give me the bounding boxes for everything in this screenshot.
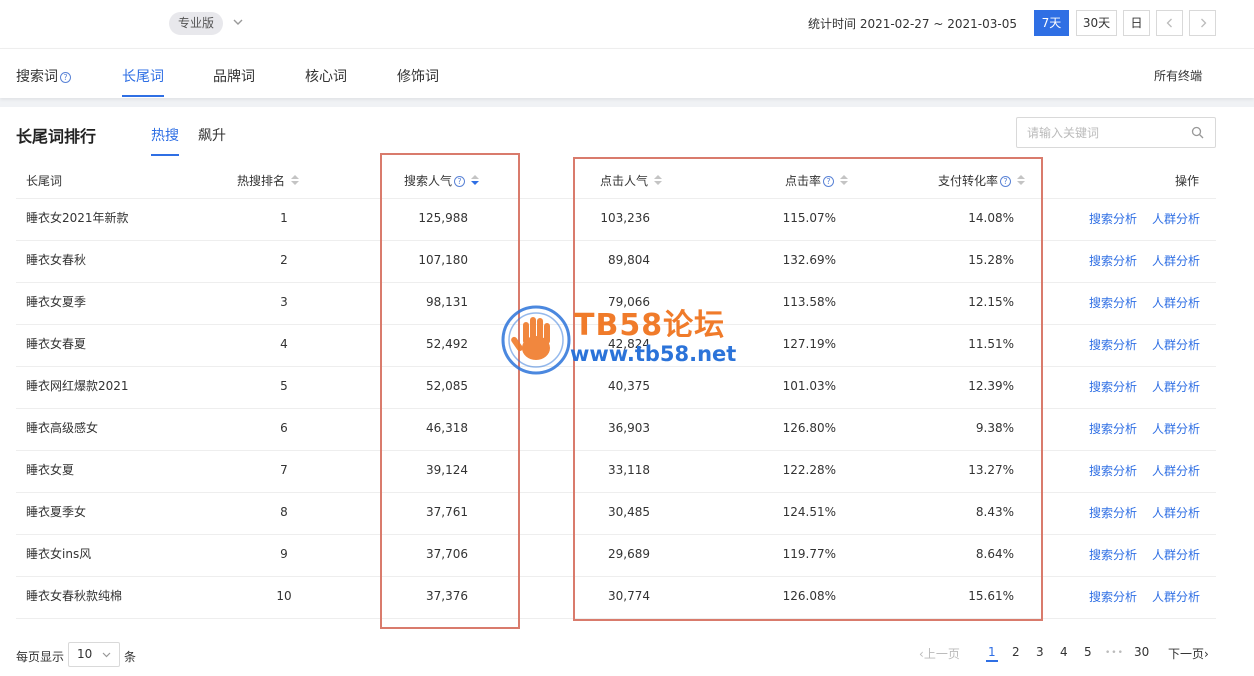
search-icon[interactable]	[1191, 126, 1204, 139]
rank-cell: 3	[280, 295, 288, 309]
search-analysis-link[interactable]: 搜索分析	[1089, 420, 1137, 437]
next-page-label: 下一页	[1168, 647, 1205, 661]
period-day-button[interactable]: 日	[1123, 10, 1150, 36]
page-30[interactable]: 30	[1134, 645, 1149, 659]
keyword-cell: 睡衣女ins风	[26, 547, 92, 561]
sort-icon[interactable]	[291, 175, 300, 186]
keyword-cell: 睡衣女夏季	[26, 295, 87, 309]
tab-core-words[interactable]: 核心词	[305, 66, 347, 86]
chevron-down-icon[interactable]	[1192, 69, 1204, 81]
crowd-analysis-link[interactable]: 人群分析	[1152, 504, 1200, 521]
keyword-search-input[interactable]	[1016, 117, 1216, 148]
search-analysis-link[interactable]: 搜索分析	[1089, 252, 1137, 269]
rank-cell: 8	[280, 505, 288, 519]
keyword-cell: 睡衣女春秋款纯棉	[26, 589, 123, 603]
tab-rising[interactable]: 飙升	[198, 125, 226, 145]
per-page-label: 每页显示	[16, 650, 65, 664]
rank-cell: 6	[280, 421, 288, 435]
crowd-analysis-link[interactable]: 人群分析	[1152, 294, 1200, 311]
crowd-analysis-link[interactable]: 人群分析	[1152, 252, 1200, 269]
tab-search-words[interactable]: 搜索词?	[16, 66, 71, 86]
search-analysis-link[interactable]: 搜索分析	[1089, 588, 1137, 605]
keyword-cell: 睡衣女春夏	[26, 337, 87, 351]
search-analysis-link[interactable]: 搜索分析	[1089, 336, 1137, 353]
keyword-cell: 睡衣女2021年新款	[26, 211, 129, 225]
pagination-ellipsis[interactable]: •••	[1105, 648, 1124, 658]
current-page-indicator	[986, 660, 998, 662]
keyword-cell: 睡衣高级感女	[26, 421, 99, 435]
per-page-select[interactable]: 10	[68, 642, 120, 667]
page-4[interactable]: 4	[1060, 645, 1068, 659]
search-analysis-link[interactable]: 搜索分析	[1089, 462, 1137, 479]
period-7-days-button[interactable]: 7天	[1034, 10, 1069, 36]
search-analysis-link[interactable]: 搜索分析	[1089, 546, 1137, 563]
crowd-analysis-link[interactable]: 人群分析	[1152, 336, 1200, 353]
search-analysis-link[interactable]: 搜索分析	[1089, 378, 1137, 395]
chevron-right-icon	[1200, 18, 1206, 28]
active-subtab-indicator	[151, 154, 179, 156]
card-title: 长尾词排行	[16, 127, 97, 146]
tab-long-tail-words[interactable]: 长尾词	[122, 66, 164, 86]
prev-period-button[interactable]	[1156, 10, 1183, 36]
column-header-keyword: 长尾词	[26, 174, 63, 188]
tab-hot-search[interactable]: 热搜	[151, 125, 179, 145]
rank-cell: 9	[280, 547, 288, 561]
page-1[interactable]: 1	[988, 645, 996, 659]
search-analysis-link[interactable]: 搜索分析	[1089, 210, 1137, 227]
rank-cell: 1	[280, 211, 288, 225]
keyword-type-tabs: 搜索词? 长尾词 品牌词 核心词 修饰词 所有终端	[0, 48, 1254, 98]
rank-cell: 10	[276, 589, 292, 603]
crowd-analysis-link[interactable]: 人群分析	[1152, 420, 1200, 437]
chevron-left-icon	[1166, 18, 1172, 28]
search-analysis-link[interactable]: 搜索分析	[1089, 504, 1137, 521]
rank-cell: 2	[280, 253, 288, 267]
prev-page-label: 上一页	[923, 647, 960, 661]
edition-badge[interactable]: 专业版	[169, 12, 224, 35]
column-header-actions: 操作	[1175, 174, 1200, 188]
keyword-cell: 睡衣夏季女	[26, 505, 87, 519]
chevron-down-icon[interactable]	[230, 14, 246, 30]
top-bar: 专业版 统计时间 2021-02-27 ~ 2021-03-05 7天 30天 …	[0, 0, 1254, 48]
page-5[interactable]: 5	[1084, 645, 1092, 659]
tab-label: 搜索词	[16, 69, 58, 85]
help-icon[interactable]: ?	[60, 72, 71, 83]
rank-cell: 7	[280, 463, 288, 477]
highlight-box-click-metrics	[573, 157, 1043, 621]
chevron-down-icon[interactable]	[101, 649, 112, 660]
column-header-label: 热搜排名	[237, 174, 286, 188]
next-period-button[interactable]	[1189, 10, 1216, 36]
date-range: 统计时间 2021-02-27 ~ 2021-03-05	[808, 17, 1017, 31]
highlight-box-search-popularity	[380, 153, 520, 629]
search-analysis-link[interactable]: 搜索分析	[1089, 294, 1137, 311]
crowd-analysis-link[interactable]: 人群分析	[1152, 210, 1200, 227]
active-tab-indicator	[122, 95, 164, 97]
prev-page-button[interactable]: ‹上一页	[919, 645, 960, 662]
period-30-days-button[interactable]: 30天	[1076, 10, 1117, 36]
keyword-cell: 睡衣网红爆款2021	[26, 379, 129, 393]
per-page-unit: 条	[124, 650, 137, 664]
page-2[interactable]: 2	[1012, 645, 1020, 659]
keyword-cell: 睡衣女春秋	[26, 253, 87, 267]
next-page-button[interactable]: 下一页›	[1168, 645, 1209, 662]
crowd-analysis-link[interactable]: 人群分析	[1152, 378, 1200, 395]
rank-cell: 4	[280, 337, 288, 351]
rank-cell: 5	[280, 379, 288, 393]
tab-brand-words[interactable]: 品牌词	[213, 66, 255, 86]
crowd-analysis-link[interactable]: 人群分析	[1152, 462, 1200, 479]
keyword-cell: 睡衣女夏	[26, 463, 75, 477]
tab-modifier-words[interactable]: 修饰词	[397, 66, 439, 86]
crowd-analysis-link[interactable]: 人群分析	[1152, 546, 1200, 563]
column-header-rank[interactable]: 热搜排名	[237, 172, 300, 189]
page-3[interactable]: 3	[1036, 645, 1044, 659]
crowd-analysis-link[interactable]: 人群分析	[1152, 588, 1200, 605]
